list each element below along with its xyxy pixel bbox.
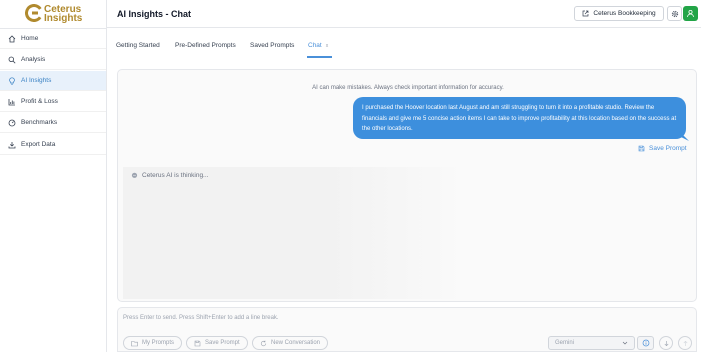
send-button[interactable] [678,336,692,350]
tab-bar: Getting Started Pre-Defined Prompts Save… [107,28,701,58]
save-icon [638,145,645,152]
new-conversation-button[interactable]: New Conversation [252,336,329,350]
ceterus-bookkeeping-label: Ceterus Bookkeeping [593,10,656,17]
my-prompts-button[interactable]: My Prompts [123,336,183,350]
sidebar-item-profit-loss[interactable]: Profit & Loss [0,92,106,112]
lightbulb-icon [8,76,16,85]
model-select[interactable]: Gemini [548,336,635,350]
thinking-indicator: Ceterus AI is thinking... [131,172,208,179]
sidebar-item-label: Analysis [21,56,46,63]
active-tab-indicator [307,56,332,58]
thinking-label: Ceterus AI is thinking... [142,172,209,179]
ai-response-area: Ceterus AI is thinking... [123,167,465,299]
tab-saved-prompts[interactable]: Saved Prompts [250,42,294,49]
scroll-down-button[interactable] [659,336,673,350]
sidebar-item-export-data[interactable]: Export Data [0,135,106,155]
sidebar-item-label: Home [21,35,39,42]
fade-overlay [123,167,465,299]
arrow-down-icon [663,340,670,347]
search-icon [8,56,16,64]
bar-chart-icon [8,98,16,106]
chat-bubble-icon [131,172,138,179]
my-prompts-label: My Prompts [142,340,175,346]
tab-getting-started[interactable]: Getting Started [116,42,160,49]
ceterus-logo[interactable]: Ceterus Insights [25,4,85,24]
home-icon [8,34,16,43]
sidebar-item-analysis[interactable]: Analysis [0,50,106,70]
external-link-icon [582,10,589,17]
tab-chat[interactable]: Chat x [308,42,328,49]
user-icon [686,9,695,18]
save-prompt-label: Save Prompt [205,340,240,346]
sidebar-item-label: Export Data [21,141,56,148]
refresh-icon [260,340,267,347]
download-icon [8,141,16,149]
brand-line2: Insights [44,13,83,24]
settings-button[interactable] [667,6,682,21]
sidebar-item-label: Profit & Loss [21,98,58,105]
ceterus-bookkeeping-button[interactable]: Ceterus Bookkeeping [574,6,664,21]
save-prompt-button[interactable]: Save Prompt [186,336,248,350]
ai-disclaimer: AI can make mistakes. Always check impor… [312,85,504,91]
user-message-bubble: I purchased the Hoover location last Aug… [353,97,686,139]
chat-panel: AI can make mistakes. Always check impor… [117,69,697,302]
sidebar-item-ai-insights[interactable]: AI Insights [0,71,106,91]
gauge-icon [8,119,16,127]
ceterus-logo-icon [25,4,43,22]
model-info-button[interactable] [637,336,654,350]
sidebar: Ceterus Insights Home Analysis AI Insigh… [0,0,107,352]
arrow-up-icon [682,340,689,347]
header: AI Insights - Chat Ceterus Bookkeeping [107,0,701,28]
save-prompt-link[interactable]: Save Prompt [638,145,687,152]
user-avatar-button[interactable] [683,6,698,21]
folder-icon [131,340,138,347]
sidebar-item-benchmarks[interactable]: Benchmarks [0,113,106,133]
bubble-tail [679,131,689,141]
info-icon [642,339,650,347]
chevron-down-icon [622,340,628,346]
tab-close-icon[interactable]: x [326,43,329,49]
save-prompt-label: Save Prompt [649,145,687,152]
gear-icon [671,10,679,18]
sidebar-item-label: AI Insights [21,77,52,84]
save-icon [194,340,201,347]
new-conversation-label: New Conversation [271,340,321,346]
tab-chat-label: Chat [308,42,322,49]
message-composer: Press Enter to send. Press Shift+Enter t… [117,307,697,352]
sidebar-item-home[interactable]: Home [0,29,106,49]
page-title: AI Insights - Chat [117,9,191,19]
sidebar-item-label: Benchmarks [21,119,58,126]
model-select-value: Gemini [555,340,575,346]
message-input[interactable]: Press Enter to send. Press Shift+Enter t… [123,315,279,321]
tab-pre-defined-prompts[interactable]: Pre-Defined Prompts [175,42,236,49]
